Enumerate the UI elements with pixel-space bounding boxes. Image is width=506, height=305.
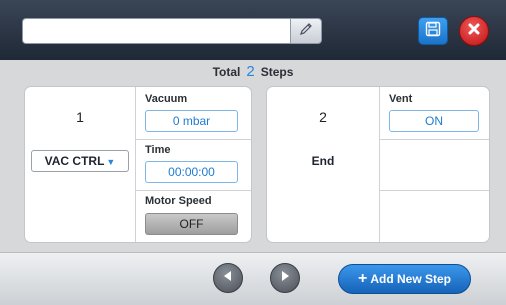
add-new-step-label: Add New Step (370, 272, 451, 286)
time-value-field[interactable]: 00:00:00 (145, 161, 238, 183)
row-divider (379, 139, 489, 140)
vacuum-value-field[interactable]: 0 mbar (145, 110, 238, 132)
column-divider (135, 87, 136, 242)
step-card-2[interactable]: 2 End Vent ON (266, 86, 490, 243)
total-steps-summary: Total 2 Steps (0, 62, 506, 82)
step-mode-dropdown[interactable]: VAC CTRL ▼ (31, 150, 129, 172)
row-divider (135, 190, 251, 191)
motor-speed-toggle[interactable]: OFF (145, 213, 238, 235)
column-divider (379, 87, 380, 242)
step-card-1[interactable]: 1 VAC CTRL ▼ Vacuum 0 mbar Time 00:00:00 … (24, 86, 252, 243)
add-new-step-button[interactable]: + Add New Step (338, 264, 471, 294)
step-number: 2 (319, 109, 327, 125)
save-button[interactable] (418, 17, 448, 45)
close-x-icon (467, 22, 481, 41)
next-step-button[interactable] (270, 263, 300, 293)
vent-label: Vent (389, 93, 413, 105)
motor-speed-label: Motor Speed (145, 195, 212, 207)
bottom-bar: + Add New Step (0, 252, 506, 305)
steps-label: Steps (260, 65, 294, 79)
vent-toggle[interactable]: ON (389, 110, 479, 132)
row-divider (135, 139, 251, 140)
triangle-left-icon (222, 269, 234, 287)
edit-name-button[interactable] (290, 18, 322, 44)
time-label: Time (145, 144, 171, 156)
method-name-input[interactable] (22, 18, 290, 44)
step-mode-value: VAC CTRL (44, 154, 105, 168)
total-label: Total (212, 65, 241, 79)
floppy-disk-icon (425, 21, 441, 42)
pencil-icon (299, 22, 313, 41)
vacuum-label: Vacuum (145, 93, 188, 105)
row-divider (379, 190, 489, 191)
step-number: 1 (76, 109, 84, 125)
close-button[interactable] (459, 16, 489, 46)
plus-icon: + (357, 270, 368, 287)
chevron-down-icon: ▼ (106, 157, 116, 167)
step-count: 2 (246, 63, 255, 80)
step-type-label: End (311, 154, 335, 168)
triangle-right-icon (279, 269, 291, 287)
top-bar (0, 0, 506, 60)
previous-step-button[interactable] (213, 263, 243, 293)
